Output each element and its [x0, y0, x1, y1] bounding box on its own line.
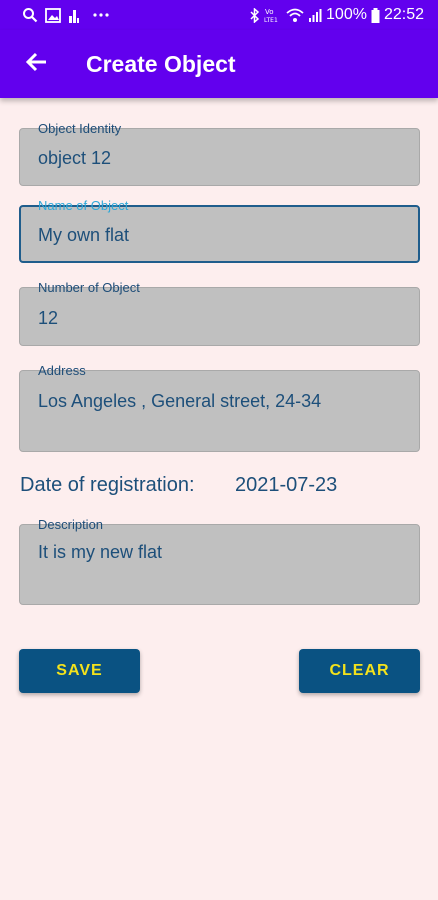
- object-identity-value: object 12: [38, 148, 112, 168]
- app-bar: Create Object: [0, 30, 438, 98]
- svg-text:LTE1: LTE1: [264, 17, 278, 23]
- number-of-object-value: 12: [38, 308, 59, 328]
- address-label: Address: [38, 363, 86, 378]
- description-value: It is my new flat: [38, 542, 163, 562]
- volte-icon: Vo LTE1: [264, 7, 282, 23]
- name-of-object-field[interactable]: Name of Object My own flat: [19, 198, 420, 263]
- svg-text:Vo: Vo: [265, 8, 274, 16]
- clear-button[interactable]: CLEAR: [299, 649, 420, 693]
- arrow-left-icon: [25, 52, 47, 77]
- back-button[interactable]: [16, 44, 56, 84]
- number-of-object-label: Number of Object: [38, 280, 140, 295]
- save-button[interactable]: SAVE: [19, 649, 140, 693]
- name-of-object-label: Name of Object: [38, 198, 129, 213]
- status-bar: Vo LTE1 100% 22:52: [0, 0, 438, 30]
- object-identity-label: Object Identity: [38, 121, 122, 136]
- address-field[interactable]: Address Los Angeles , General street, 24…: [19, 363, 420, 452]
- bluetooth-icon: [250, 7, 260, 23]
- battery-icon: [371, 7, 380, 23]
- status-right: Vo LTE1 100% 22:52: [250, 6, 424, 24]
- chart-icon: [68, 8, 80, 23]
- search-icon: [22, 7, 38, 23]
- date-of-registration-value[interactable]: 2021-07-23: [235, 474, 337, 497]
- clock: 22:52: [383, 6, 424, 23]
- more-icon: [93, 13, 109, 17]
- number-of-object-field[interactable]: Number of Object 12: [19, 280, 420, 346]
- name-of-object-value: My own flat: [38, 225, 130, 245]
- signal-icon: [308, 8, 322, 22]
- image-icon: [45, 7, 61, 23]
- date-of-registration-label: Date of registration:: [20, 474, 195, 496]
- address-value: Los Angeles , General street, 24-34: [38, 391, 322, 411]
- description-field[interactable]: Description It is my new flat: [19, 517, 420, 605]
- description-label: Description: [38, 517, 104, 532]
- object-identity-field[interactable]: Object Identity object 12: [19, 121, 420, 186]
- page-title: Create Object: [86, 50, 236, 77]
- wifi-icon: [286, 8, 304, 23]
- status-left: [22, 7, 109, 23]
- battery-percent: 100%: [326, 6, 367, 23]
